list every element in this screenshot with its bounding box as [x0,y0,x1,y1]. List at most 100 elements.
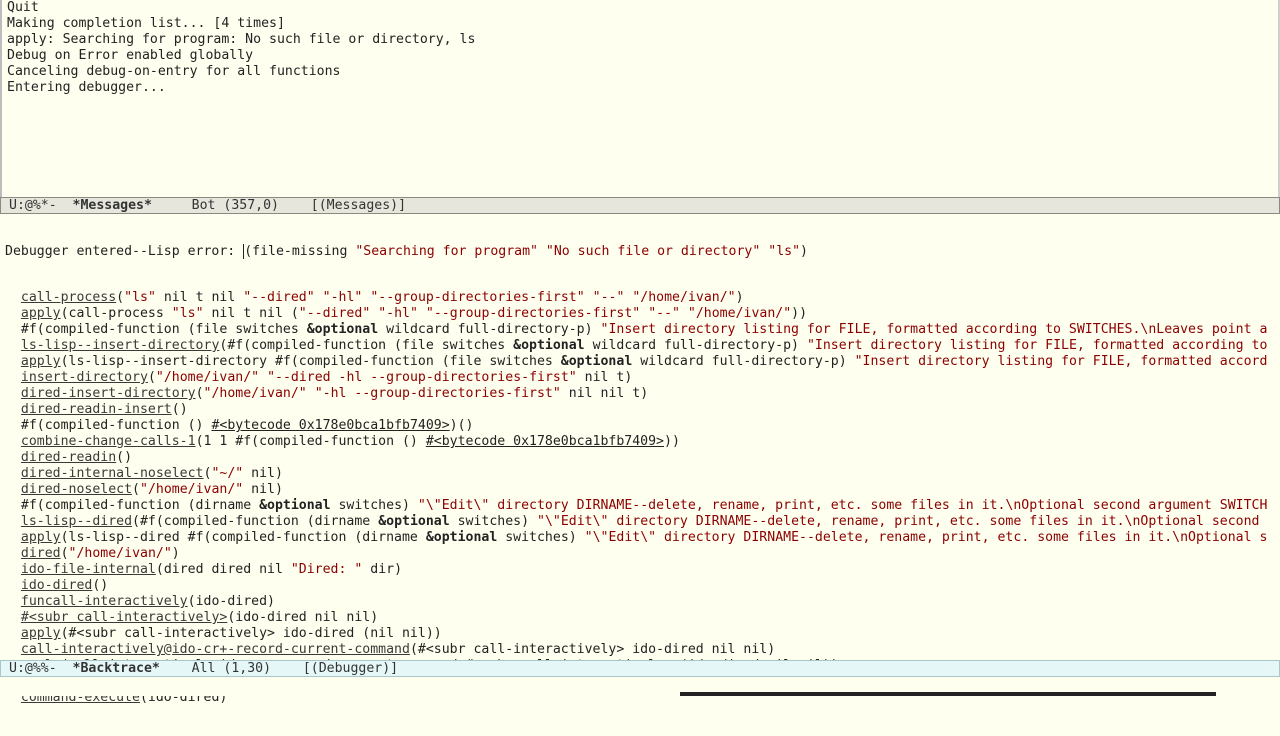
backtrace-frame[interactable]: funcall-interactively(ido-dired) [5,594,1280,610]
frame-function-link[interactable]: call-process [21,290,116,305]
frame-args [680,306,688,321]
message-line: apply: Searching for program: No such fi… [7,32,476,47]
backtrace-frame[interactable]: insert-directory("/home/ivan/" "--dired … [5,370,1280,386]
frame-args: (1 1 #f(compiled-function () [195,434,426,449]
message-line: Canceling debug-on-entry for all functio… [7,64,341,79]
backtrace-frame[interactable]: apply(#<subr call-interactively> ido-dir… [5,626,1280,642]
frame-args [640,306,648,321]
backtrace-frame[interactable]: dired-readin-insert() [5,402,1280,418]
backtrace-frame[interactable]: call-process("ls" nil t nil "--dired" "-… [5,290,1280,306]
frame-function-link[interactable]: dired-readin-insert [21,402,172,417]
backtrace-frame[interactable]: dired-insert-directory("/home/ivan/" "-h… [5,386,1280,402]
frame-args: "Insert directory listing for FILE, form… [600,322,1268,337]
modeline-mode[interactable]: [(Messages)] [311,198,406,213]
backtrace-frame[interactable]: ls-lisp--dired(#f(compiled-function (dir… [5,514,1280,530]
backtrace-frame[interactable]: dired-readin() [5,450,1280,466]
frame-args: "--dired" [298,306,371,321]
backtrace-frame[interactable]: ls-lisp--insert-directory(#f(compiled-fu… [5,338,1280,354]
message-line: Debug on Error enabled globally [7,48,254,63]
frame-args: "--" [592,290,625,305]
backtrace-frame[interactable]: ido-dired() [5,578,1280,594]
backtrace-frame[interactable]: #f(compiled-function (file switches &opt… [5,322,1280,338]
frame-function-link[interactable]: ls-lisp--insert-directory [21,338,220,353]
frame-function-link[interactable]: insert-directory [21,370,148,385]
frame-function-link[interactable]: dired [21,546,61,561]
backtrace-frame[interactable]: apply(ls-lisp--insert-directory #f(compi… [5,354,1280,370]
frame-args: (ls-lisp--dired #f(compiled-function (di… [60,530,426,545]
frame-args: nil t) [576,370,633,385]
frame-function-link[interactable]: #<subr call-interactively> [21,610,227,625]
backtrace-frame[interactable]: #f(compiled-function () #<bytecode 0x178… [5,418,1280,434]
messages-window[interactable]: Quit Making completion list... [4 times] a… [0,0,1280,197]
frame-args: #f(compiled-function () [20,418,212,433]
frame-args: ( [132,482,140,497]
frame-function-link[interactable]: call-interactively@ido-cr+-record-curren… [21,642,410,657]
backtrace-frame[interactable]: apply(call-process "ls" nil t nil ("--di… [5,306,1280,322]
messages-buffer[interactable]: Quit Making completion list... [4 times] a… [2,0,1280,96]
modeline-buffer-name[interactable]: *Backtrace* [73,661,160,676]
frame-args: () [116,450,133,465]
frame-args: wildcard full-directory-p) [632,354,855,369]
frame-function-link[interactable]: ido-file-internal [21,562,156,577]
frame-args: &optional [306,322,379,337]
frame-args: "-hl" [322,290,363,305]
frame-args: () [171,402,188,417]
header-error-symbol: (file-missing [244,244,356,259]
frame-function-link[interactable]: dired-readin [21,450,116,465]
backtrace-frame[interactable]: dired("/home/ivan/") [5,546,1280,562]
taskbar-strip [680,692,1216,696]
backtrace-window[interactable]: Debugger entered--Lisp error: (file-miss… [0,214,1280,705]
backtrace-frame[interactable]: dired-noselect("/home/ivan/" nil) [5,482,1280,498]
frame-args[interactable]: #<bytecode 0x178e0bca1bfb7409> [426,434,664,449]
backtrace-frame[interactable]: apply(ls-lisp--dired #f(compiled-functio… [5,530,1280,546]
frame-function-link[interactable]: ido-dired [21,578,92,593]
header-arg: "No such file or directory" [545,244,761,259]
frame-args: "/home/ivan/" [632,290,736,305]
frame-args: "\"Edit\" directory DIRNAME--delete, ren… [417,498,1268,513]
modeline-buffer-name[interactable]: *Messages* [73,198,152,213]
frame-args: "/home/ivan/" [155,370,260,385]
backtrace-frame[interactable]: #<subr call-interactively>(ido-dired nil… [5,610,1280,626]
frame-args: () [92,578,109,593]
backtrace-modeline[interactable]: U:@%%- *Backtrace* All (1,30) [(Debugger… [0,660,1280,677]
frame-args: "ls" [171,306,204,321]
frame-args[interactable]: #<bytecode 0x178e0bca1bfb7409> [211,418,449,433]
backtrace-buffer[interactable]: Debugger entered--Lisp error: (file-miss… [0,214,1280,736]
modeline-position: All (1,30) [191,661,272,676]
message-line: Quit [7,0,39,15]
frame-args: "Insert directory listing for FILE, form… [854,354,1268,369]
header-arg: "Searching for program" [355,244,538,259]
frame-args: "/home/ivan/" [203,386,307,401]
frame-args: )) [664,434,680,449]
frame-function-link[interactable]: dired-insert-directory [21,386,196,401]
frame-function-link[interactable]: apply [21,306,61,321]
backtrace-frame[interactable]: dired-internal-noselect("~/" nil) [5,466,1280,482]
frame-args: nil) [243,466,283,481]
message-line: Making completion list... [4 times] [7,16,285,31]
frame-args: "ls" [124,290,156,305]
frame-args: nil t nil [155,290,244,305]
backtrace-frame[interactable]: combine-change-calls-1(1 1 #f(compiled-f… [5,434,1280,450]
frame-args: (ls-lisp--insert-directory #f(compiled-f… [60,354,561,369]
modeline-mode[interactable]: [(Debugger)] [303,661,398,676]
frame-function-link[interactable]: combine-change-calls-1 [21,434,196,449]
frame-function-link[interactable]: dired-internal-noselect [21,466,204,481]
frame-function-link[interactable]: apply [21,354,61,369]
frame-args [315,290,323,305]
modeline-status: U:@%%- [9,661,57,676]
backtrace-frame[interactable]: ido-file-internal(dired dired nil "Dired… [5,562,1280,578]
frame-function-link[interactable]: funcall-interactively [21,594,188,609]
frame-args: "\"Edit\" directory DIRNAME--delete, ren… [537,514,1260,529]
frame-function-link[interactable]: apply [21,530,61,545]
frame-args: dir) [362,562,403,577]
messages-modeline[interactable]: U:@%*- *Messages* Bot (357,0) [(Messages… [0,197,1280,214]
frame-function-link[interactable]: apply [21,626,61,641]
frame-args: switches) [449,514,537,529]
frame-function-link[interactable]: dired-noselect [21,482,132,497]
frame-function-link[interactable]: ls-lisp--dired [21,514,132,529]
frame-args: "/home/ivan/" [68,546,172,561]
frame-args: "~/" [211,466,244,481]
backtrace-frame[interactable]: #f(compiled-function (dirname &optional … [5,498,1280,514]
backtrace-frame[interactable]: call-interactively@ido-cr+-record-curren… [5,642,1280,658]
frame-args: &optional [425,530,498,545]
